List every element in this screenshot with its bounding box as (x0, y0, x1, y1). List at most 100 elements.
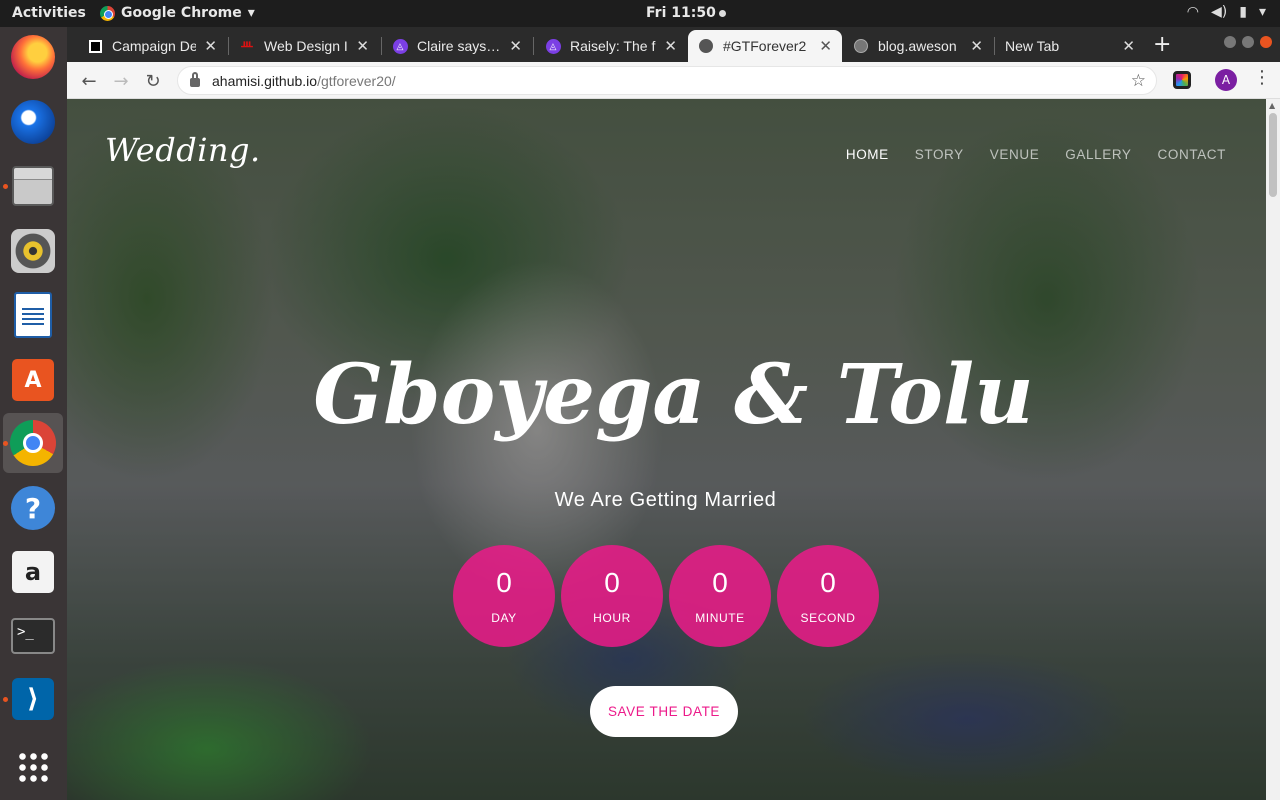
close-icon[interactable]: ✕ (664, 37, 677, 55)
dock-terminal[interactable]: >_ (9, 612, 57, 660)
scroll-thumb[interactable] (1269, 113, 1277, 197)
new-tab-button[interactable]: + (1153, 32, 1171, 57)
red-logo-icon: ᚈ (241, 39, 253, 53)
tab-campaign[interactable]: Campaign De ✕ (77, 30, 227, 62)
tab-gtforever[interactable]: #GTForever2 ✕ (688, 30, 842, 62)
site-nav: HOME STORY VENUE GALLERY CONTACT (846, 147, 1226, 162)
bookmark-star-icon[interactable]: ☆ (1131, 71, 1146, 91)
battery-icon: ▮ (1239, 4, 1247, 20)
countdown-minute: 0 MINUTE (669, 545, 771, 647)
files-icon (12, 166, 54, 206)
firefox-icon (11, 35, 55, 79)
countdown-label: SECOND (800, 611, 856, 625)
dock-vscode[interactable]: ⟩ (9, 675, 57, 723)
countdown-value: 0 (712, 567, 728, 598)
dock: A ? a >_ ⟩ (0, 27, 67, 800)
dock-amazon[interactable]: a (9, 548, 57, 596)
chrome-icon (100, 5, 115, 21)
countdown-day: 0 DAY (453, 545, 555, 647)
dock-help[interactable]: ? (9, 484, 57, 532)
clock-label: Fri 11:50 (646, 5, 716, 21)
vscode-icon: ⟩ (12, 678, 54, 720)
lock-icon[interactable] (190, 72, 200, 87)
close-icon[interactable]: ✕ (1122, 37, 1135, 55)
dock-firefox[interactable] (9, 33, 57, 81)
globe-icon (698, 38, 714, 54)
address-bar[interactable]: ahamisi.github.io/gtforever20/ ☆ (177, 66, 1157, 95)
activities-button[interactable]: Activities (12, 5, 86, 21)
tray-caret-icon: ▾ (1258, 4, 1266, 20)
chrome-icon (10, 420, 56, 466)
countdown-second: 0 SECOND (777, 545, 879, 647)
dock-rhythmbox[interactable] (9, 227, 57, 275)
tab-raisely[interactable]: ◬ Raisely: The f ✕ (535, 30, 687, 62)
scroll-up-icon[interactable]: ▲ (1269, 101, 1275, 110)
writer-icon (14, 292, 52, 338)
page-scrollbar[interactable]: ▲ (1266, 99, 1280, 800)
app-grid-icon (17, 751, 49, 783)
browser-toolbar: ← → ↻ ahamisi.github.io/gtforever20/ ☆ A… (67, 62, 1280, 99)
window-close-icon[interactable] (1260, 36, 1272, 48)
reload-icon: ↻ (145, 70, 161, 92)
nav-contact[interactable]: CONTACT (1158, 147, 1226, 162)
kebab-menu-icon[interactable]: ⋮ (1253, 67, 1271, 88)
forward-button[interactable]: → (108, 68, 134, 94)
extension-icon[interactable] (1173, 71, 1191, 89)
dock-software[interactable]: A (9, 356, 57, 404)
close-icon[interactable]: ✕ (204, 37, 217, 55)
window-controls (1224, 36, 1272, 48)
web-page: Wedding. HOME STORY VENUE GALLERY CONTAC… (67, 99, 1280, 800)
profile-avatar[interactable]: A (1215, 69, 1237, 91)
tab-web-design[interactable]: ᚈ Web Design I ✕ (229, 30, 379, 62)
app-menu-label: Google Chrome (121, 5, 242, 21)
help-icon: ? (11, 486, 55, 530)
dock-show-apps[interactable] (9, 743, 57, 791)
countdown-value: 0 (604, 567, 620, 598)
tab-title: blog.aweson (878, 38, 957, 54)
tab-title: Campaign De (112, 38, 197, 54)
system-tray[interactable]: ◠ ◀) ▮ ▾ (1187, 4, 1266, 20)
arrow-left-icon: ← (81, 70, 97, 92)
dock-chrome[interactable] (3, 413, 63, 473)
close-icon[interactable]: ✕ (356, 37, 369, 55)
nav-story[interactable]: STORY (915, 147, 964, 162)
dock-files[interactable] (9, 162, 57, 210)
nav-gallery[interactable]: GALLERY (1065, 147, 1131, 162)
clock[interactable]: Fri 11:50 (646, 5, 726, 21)
back-button[interactable]: ← (76, 68, 102, 94)
minimize-icon[interactable] (1224, 36, 1236, 48)
tab-title: New Tab (1005, 38, 1060, 54)
tab-new-tab[interactable]: New Tab ✕ (995, 30, 1145, 62)
tab-blog[interactable]: blog.aweson ✕ (843, 30, 993, 62)
tab-separator (533, 37, 534, 55)
amazon-icon: a (12, 551, 54, 593)
dock-writer[interactable] (9, 291, 57, 339)
reload-button[interactable]: ↻ (140, 68, 166, 94)
caret-down-icon: ▾ (247, 5, 255, 21)
tab-claire[interactable]: ◬ Claire says… ✕ (382, 30, 532, 62)
save-the-date-button[interactable]: SAVE THE DATE (590, 686, 738, 737)
countdown-value: 0 (496, 567, 512, 598)
site-logo[interactable]: Wedding. (105, 131, 261, 169)
countdown-label: MINUTE (695, 611, 745, 625)
wifi-icon: ◠ (1186, 4, 1200, 20)
close-icon[interactable]: ✕ (509, 37, 522, 55)
running-indicator (3, 184, 8, 189)
nav-home[interactable]: HOME (846, 147, 889, 162)
app-menu[interactable]: Google Chrome ▾ (100, 5, 255, 21)
running-indicator (3, 441, 8, 446)
maximize-icon[interactable] (1242, 36, 1254, 48)
volume-icon: ◀) (1211, 4, 1228, 20)
nav-venue[interactable]: VENUE (990, 147, 1040, 162)
square-favicon-icon (87, 38, 103, 54)
hero-subtitle: We Are Getting Married (554, 489, 777, 511)
close-icon[interactable]: ✕ (970, 37, 983, 55)
tab-title: Web Design I (264, 38, 348, 54)
gnome-top-bar: Activities Google Chrome ▾ Fri 11:50 ◠ ◀… (0, 0, 1280, 27)
thunderbird-icon (11, 100, 55, 144)
rhythmbox-icon (11, 229, 55, 273)
raisely-icon: ◬ (392, 38, 408, 54)
close-icon[interactable]: ✕ (819, 37, 832, 55)
dock-thunderbird[interactable] (9, 98, 57, 146)
notification-dot-icon (718, 9, 726, 17)
